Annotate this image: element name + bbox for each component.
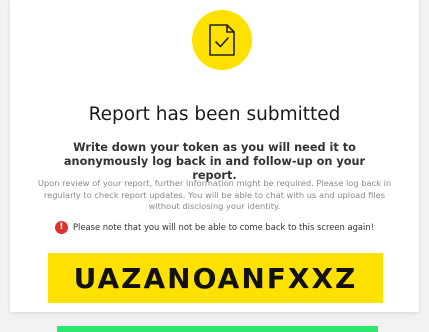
document-check-icon-graphic: [209, 24, 235, 56]
continue-button[interactable]: [57, 326, 378, 332]
page-title: Report has been submitted: [88, 104, 341, 125]
report-details-text: Upon review of your report, further info…: [37, 178, 392, 212]
warning-text: Please note that you will not be able to…: [72, 222, 375, 232]
document-check-icon: [192, 10, 252, 70]
submission-card: Report has been submitted Write down you…: [10, 0, 419, 312]
warning-notice: ! Please note that you will not be able …: [10, 220, 419, 234]
exclamation-icon: !: [54, 220, 68, 234]
page: Report has been submitted Write down you…: [0, 0, 429, 332]
token-display[interactable]: UAZANOANFXXZ: [48, 253, 383, 303]
token-instruction: Write down your token as you will need i…: [63, 141, 366, 182]
